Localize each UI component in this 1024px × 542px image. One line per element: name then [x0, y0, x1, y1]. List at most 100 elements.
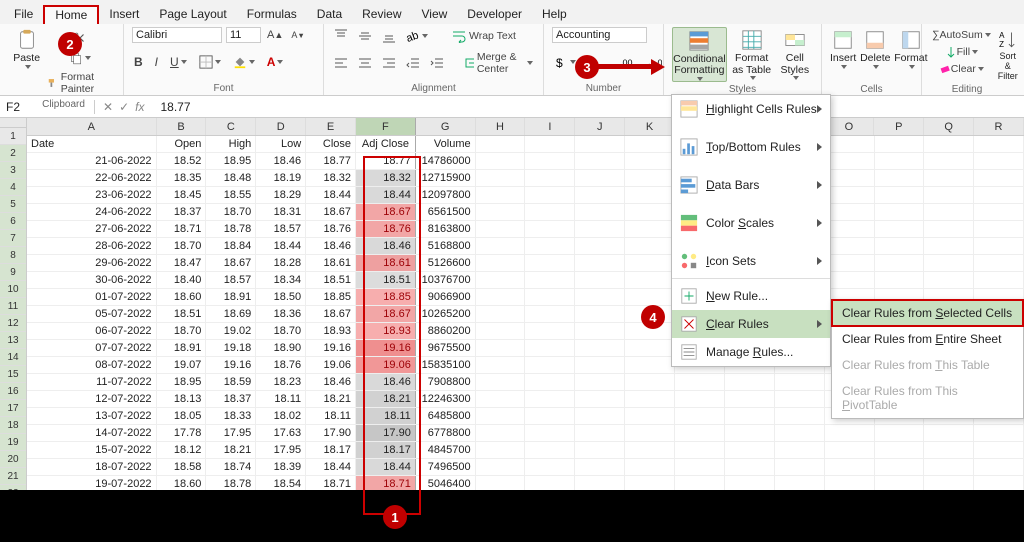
cell-J5[interactable]: [575, 204, 625, 220]
cell-A7[interactable]: 28-06-2022: [27, 238, 157, 254]
cell-N16[interactable]: [775, 391, 825, 407]
cell-D14[interactable]: 18.76: [256, 357, 306, 373]
cell-J4[interactable]: [575, 187, 625, 203]
row-header-6[interactable]: 6: [0, 213, 26, 230]
cell-P8[interactable]: [875, 255, 925, 271]
cancel-formula-button[interactable]: ✕: [103, 100, 113, 114]
cell-E19[interactable]: 18.17: [306, 442, 356, 458]
cell-C4[interactable]: 18.55: [206, 187, 256, 203]
cell-K3[interactable]: [625, 170, 675, 186]
cell-I15[interactable]: [525, 374, 575, 390]
cell-G3[interactable]: 12715900: [416, 170, 476, 186]
cell-J15[interactable]: [575, 374, 625, 390]
cell-J11[interactable]: [575, 306, 625, 322]
cell-E7[interactable]: 18.46: [306, 238, 356, 254]
cell-L16[interactable]: [675, 391, 725, 407]
cell-C8[interactable]: 18.67: [206, 255, 256, 271]
tab-home[interactable]: Home: [43, 5, 99, 24]
clear-button[interactable]: Clear: [930, 61, 993, 77]
paste-button[interactable]: Paste: [12, 27, 41, 82]
cell-J10[interactable]: [575, 289, 625, 305]
insert-cells-button[interactable]: Insert: [830, 27, 856, 82]
cell-F12[interactable]: 18.93: [356, 323, 416, 339]
enter-formula-button[interactable]: ✓: [119, 100, 129, 114]
cell-K14[interactable]: [625, 357, 675, 373]
number-format-combo[interactable]: Accounting: [552, 27, 647, 43]
cell-O9[interactable]: [825, 272, 875, 288]
cell-E12[interactable]: 18.93: [306, 323, 356, 339]
row-header-3[interactable]: 3: [0, 162, 26, 179]
cell-G14[interactable]: 15835100: [416, 357, 476, 373]
cell-J6[interactable]: [575, 221, 625, 237]
cell-H7[interactable]: [476, 238, 526, 254]
cf-new-rule[interactable]: New Rule...: [672, 282, 830, 310]
cell-A20[interactable]: 18-07-2022: [27, 459, 157, 475]
cell-H9[interactable]: [476, 272, 526, 288]
cell-I12[interactable]: [525, 323, 575, 339]
cell-Q5[interactable]: [924, 204, 974, 220]
cell-F10[interactable]: 18.85: [356, 289, 416, 305]
cell-M20[interactable]: [725, 459, 775, 475]
cell-R1[interactable]: [974, 136, 1024, 152]
cell-K19[interactable]: [625, 442, 675, 458]
cell-P5[interactable]: [875, 204, 925, 220]
cell-I1[interactable]: [525, 136, 575, 152]
cell-J12[interactable]: [575, 323, 625, 339]
cell-B3[interactable]: 18.35: [157, 170, 207, 186]
cell-A9[interactable]: 30-06-2022: [27, 272, 157, 288]
name-box[interactable]: F2: [0, 100, 95, 114]
cell-O5[interactable]: [825, 204, 875, 220]
cell-L17[interactable]: [675, 408, 725, 424]
cell-I9[interactable]: [525, 272, 575, 288]
cell-O19[interactable]: [825, 442, 875, 458]
cell-K5[interactable]: [625, 204, 675, 220]
borders-button[interactable]: [197, 53, 223, 71]
column-header-A[interactable]: A: [27, 118, 157, 135]
cell-A13[interactable]: 07-07-2022: [27, 340, 157, 356]
cell-D12[interactable]: 18.70: [256, 323, 306, 339]
cell-D6[interactable]: 18.57: [256, 221, 306, 237]
cell-J18[interactable]: [575, 425, 625, 441]
row-header-14[interactable]: 14: [0, 349, 26, 366]
cell-A1[interactable]: Date: [27, 136, 157, 152]
cell-F1[interactable]: Adj Close: [356, 136, 416, 152]
cell-B8[interactable]: 18.47: [157, 255, 207, 271]
cell-Q20[interactable]: [924, 459, 974, 475]
cell-D1[interactable]: Low: [256, 136, 306, 152]
cell-E18[interactable]: 17.90: [306, 425, 356, 441]
cell-I13[interactable]: [525, 340, 575, 356]
cell-P18[interactable]: [875, 425, 925, 441]
cell-A16[interactable]: 12-07-2022: [27, 391, 157, 407]
column-header-O[interactable]: O: [825, 118, 875, 135]
cell-C20[interactable]: 18.74: [206, 459, 256, 475]
cell-K1[interactable]: [625, 136, 675, 152]
cell-E17[interactable]: 18.11: [306, 408, 356, 424]
cell-P19[interactable]: [875, 442, 925, 458]
cell-I10[interactable]: [525, 289, 575, 305]
clear-rules-entire-sheet[interactable]: Clear Rules from Entire Sheet: [832, 326, 1023, 352]
cell-G12[interactable]: 8860200: [416, 323, 476, 339]
row-header-7[interactable]: 7: [0, 230, 26, 247]
cell-E2[interactable]: 18.77: [306, 153, 356, 169]
cell-C16[interactable]: 18.37: [206, 391, 256, 407]
cell-Q18[interactable]: [924, 425, 974, 441]
italic-button[interactable]: I: [153, 53, 160, 71]
cf-clear-rules[interactable]: Clear Rules: [672, 310, 830, 338]
row-header-17[interactable]: 17: [0, 400, 26, 417]
cell-F9[interactable]: 18.51: [356, 272, 416, 288]
cell-D19[interactable]: 17.95: [256, 442, 306, 458]
select-all-corner[interactable]: [0, 118, 26, 128]
cell-H4[interactable]: [476, 187, 526, 203]
cell-O18[interactable]: [825, 425, 875, 441]
cell-B2[interactable]: 18.52: [157, 153, 207, 169]
cell-G6[interactable]: 8163800: [416, 221, 476, 237]
cell-C19[interactable]: 18.21: [206, 442, 256, 458]
cell-D5[interactable]: 18.31: [256, 204, 306, 220]
cell-F7[interactable]: 18.46: [356, 238, 416, 254]
cell-N20[interactable]: [775, 459, 825, 475]
cell-N19[interactable]: [775, 442, 825, 458]
tab-insert[interactable]: Insert: [99, 4, 149, 24]
tab-developer[interactable]: Developer: [457, 4, 532, 24]
cf-manage-rules[interactable]: Manage Rules...: [672, 338, 830, 366]
cell-I14[interactable]: [525, 357, 575, 373]
